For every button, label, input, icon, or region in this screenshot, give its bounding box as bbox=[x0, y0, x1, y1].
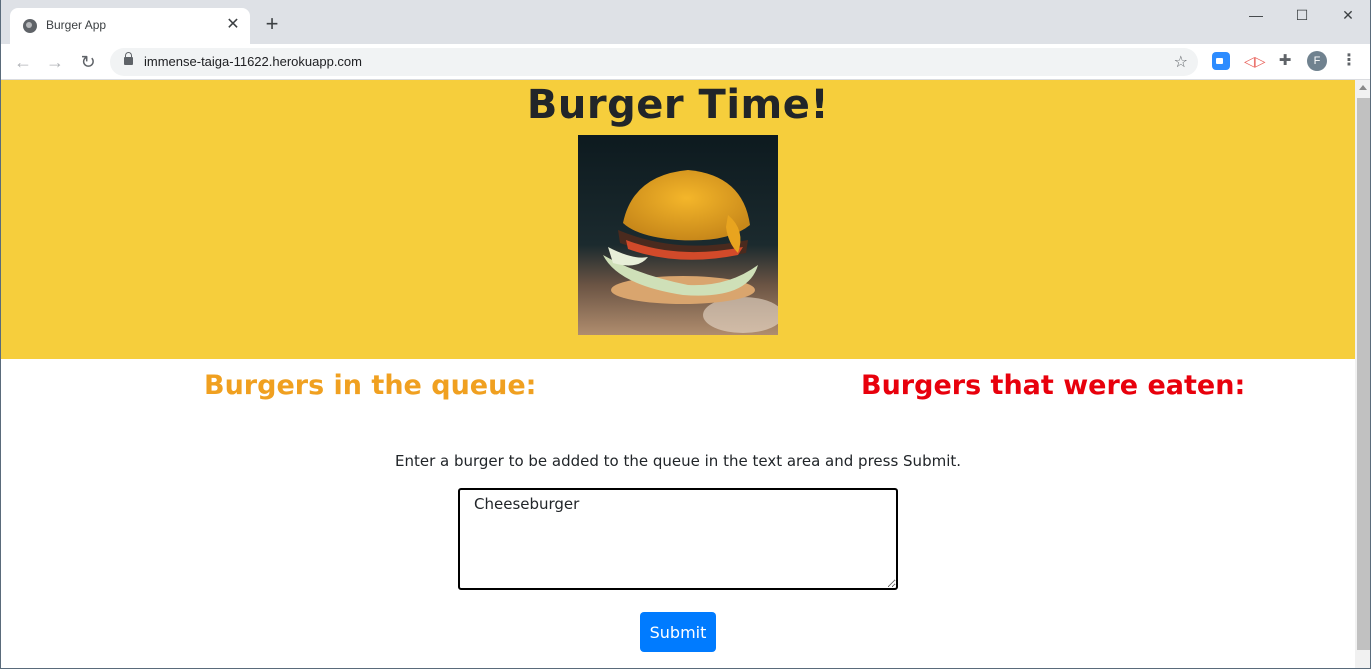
screencast-icon[interactable]: ◁▷ bbox=[1244, 52, 1266, 70]
eaten-heading: Burgers that were eaten: bbox=[861, 370, 1246, 401]
browser-toolbar: ← → ↻ immense-taiga-11622.herokuapp.com … bbox=[1, 44, 1370, 80]
profile-avatar[interactable]: F bbox=[1307, 51, 1327, 71]
lock-icon[interactable] bbox=[124, 52, 133, 65]
minimize-button-visible[interactable]: — bbox=[1233, 0, 1279, 32]
scroll-thumb[interactable] bbox=[1357, 98, 1370, 650]
page-content: Burger Time! Burgers in the queue: Burge… bbox=[1, 80, 1355, 668]
forward-icon[interactable]: → bbox=[43, 50, 67, 74]
tab-burger-app[interactable]: Burger App ✕ bbox=[10, 8, 250, 44]
tab-strip: Burger App ✕ + bbox=[1, 0, 1370, 44]
scroll-up-arrow-icon[interactable] bbox=[1359, 85, 1367, 90]
globe-icon bbox=[23, 19, 37, 33]
address-bar[interactable]: immense-taiga-11622.herokuapp.com ☆ bbox=[110, 48, 1198, 76]
star-icon[interactable]: ☆ bbox=[1174, 52, 1188, 72]
queue-heading: Burgers in the queue: bbox=[204, 370, 537, 401]
burger-input[interactable]: Cheeseburger bbox=[458, 488, 898, 590]
tab-title: Burger App bbox=[46, 18, 107, 32]
url-text[interactable]: immense-taiga-11622.herokuapp.com bbox=[144, 54, 362, 69]
burger-image bbox=[578, 135, 778, 335]
new-tab-button[interactable]: + bbox=[261, 13, 283, 36]
browser-window: Burger App ✕ + — ☐ ✕ ← → ↻ immense-taiga… bbox=[0, 0, 1371, 669]
submit-button[interactable]: Submit bbox=[640, 612, 716, 652]
back-icon[interactable]: ← bbox=[11, 50, 35, 74]
page-title: Burger Time! bbox=[526, 82, 830, 128]
close-tab-icon[interactable]: ✕ bbox=[224, 16, 242, 34]
scrollbar[interactable] bbox=[1355, 80, 1370, 668]
zoom-icon[interactable] bbox=[1212, 52, 1230, 70]
menu-icon[interactable]: ⋮ bbox=[1340, 52, 1358, 70]
burger-photo bbox=[578, 135, 778, 335]
reload-icon[interactable]: ↻ bbox=[76, 50, 100, 74]
extensions-icon[interactable]: ✚ bbox=[1276, 52, 1294, 70]
hero-banner: Burger Time! bbox=[1, 80, 1355, 359]
close-window-button[interactable]: ✕ bbox=[1325, 0, 1370, 32]
maximize-button[interactable]: ☐ bbox=[1279, 0, 1325, 32]
instructions-text: Enter a burger to be added to the queue … bbox=[394, 452, 962, 470]
